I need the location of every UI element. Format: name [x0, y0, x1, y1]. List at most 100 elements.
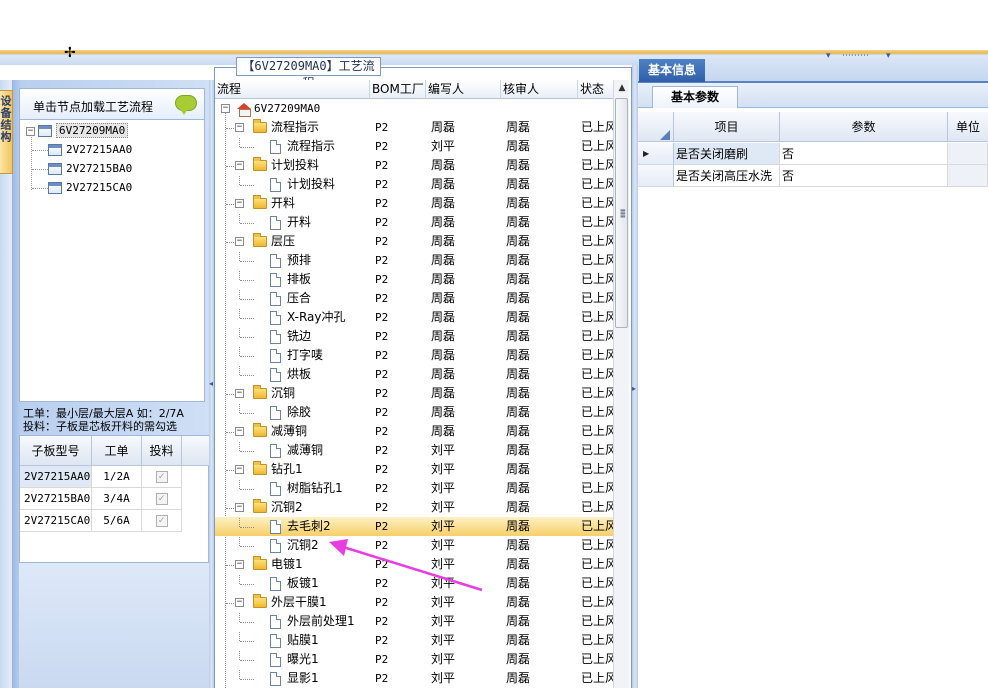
cell-status[interactable]: 已上风: [581, 156, 613, 175]
cell-bom[interactable]: P2: [375, 441, 427, 460]
cell-status[interactable]: 已上风: [581, 137, 613, 156]
table-row[interactable]: − 层压 P2 周磊 周磊 已上风: [215, 232, 613, 251]
column-header-bom[interactable]: BOM工厂: [370, 80, 426, 99]
process-tree-cell[interactable]: − 沉铜: [215, 384, 370, 403]
table-row[interactable]: 预排 P2 周磊 周磊 已上风: [215, 251, 613, 270]
cell-bom[interactable]: P2: [375, 669, 427, 688]
collapse-icon[interactable]: −: [235, 199, 244, 208]
cell-bom[interactable]: P2: [375, 194, 427, 213]
cell-bom[interactable]: P2: [375, 137, 427, 156]
process-tree-cell[interactable]: − 流程指示: [215, 118, 370, 137]
tree-node-child[interactable]: 2V27215BA0: [48, 161, 132, 177]
cell-status[interactable]: 已上风: [581, 270, 613, 289]
cell-reviewer[interactable]: 周磊: [506, 251, 581, 270]
cell-writer[interactable]: 刘平: [431, 536, 501, 555]
cell-bom[interactable]: P2: [375, 631, 427, 650]
table-row[interactable]: − 流程指示 P2 周磊 周磊 已上风: [215, 118, 613, 137]
cell-order[interactable]: 1/2A: [92, 466, 142, 488]
cell-writer[interactable]: 周磊: [431, 270, 501, 289]
tree-node-child[interactable]: 2V27215AA0: [48, 142, 132, 158]
collapse-icon[interactable]: −: [235, 161, 244, 170]
cell-status[interactable]: 已上风: [581, 118, 613, 137]
table-row[interactable]: 流程指示 P2 刘平 周磊 已上风: [215, 137, 613, 156]
cell-status[interactable]: 已上风: [581, 384, 613, 403]
collapse-icon[interactable]: −: [235, 598, 244, 607]
cell-status[interactable]: 已上风: [581, 441, 613, 460]
cell-writer[interactable]: 刘平: [431, 517, 501, 536]
cell-bom[interactable]: P2: [375, 403, 427, 422]
table-row[interactable]: 树脂钻孔1 P2 刘平 周磊 已上风: [215, 479, 613, 498]
cell-reviewer[interactable]: 周磊: [506, 593, 581, 612]
column-header-unit[interactable]: 单位: [948, 112, 988, 142]
cell-bom[interactable]: P2: [375, 650, 427, 669]
process-tree-cell[interactable]: 显影1: [215, 669, 370, 688]
tree-node-root[interactable]: − 6V27209MA0: [26, 123, 129, 139]
cell-reviewer[interactable]: 周磊: [506, 479, 581, 498]
cell-writer[interactable]: 周磊: [431, 289, 501, 308]
cell-status[interactable]: 已上风: [581, 365, 613, 384]
process-tree-cell[interactable]: 板镀1: [215, 574, 370, 593]
process-tree-cell[interactable]: − 开料: [215, 194, 370, 213]
scroll-thumb[interactable]: ▬ ▬ ▬: [615, 98, 628, 328]
table-row[interactable]: 压合 P2 周磊 周磊 已上风: [215, 289, 613, 308]
cell-bom[interactable]: P2: [375, 289, 427, 308]
cell-unit[interactable]: [948, 165, 988, 187]
cell-reviewer[interactable]: 周磊: [506, 669, 581, 688]
cell-reviewer[interactable]: 周磊: [506, 327, 581, 346]
cell-feed[interactable]: ✓: [142, 510, 182, 532]
cell-reviewer[interactable]: 周磊: [506, 631, 581, 650]
cell-writer[interactable]: 周磊: [431, 327, 501, 346]
cell-writer[interactable]: 周磊: [431, 384, 501, 403]
cell-writer[interactable]: 刘平: [431, 479, 501, 498]
cell-bom[interactable]: P2: [375, 308, 427, 327]
cell-status[interactable]: 已上风: [581, 327, 613, 346]
table-row[interactable]: 曝光1 P2 刘平 周磊 已上风: [215, 650, 613, 669]
process-tree-cell[interactable]: − 层压: [215, 232, 370, 251]
cell-writer[interactable]: 周磊: [431, 346, 501, 365]
cell-bom[interactable]: P2: [375, 251, 427, 270]
process-tree-cell[interactable]: − 外层干膜1: [215, 593, 370, 612]
cell-reviewer[interactable]: 周磊: [506, 289, 581, 308]
table-row[interactable]: − 减薄铜 P2 周磊 周磊 已上风: [215, 422, 613, 441]
cell-status[interactable]: 已上风: [581, 460, 613, 479]
process-tree-cell[interactable]: 排板: [215, 270, 370, 289]
cell-feed[interactable]: ✓: [142, 488, 182, 510]
table-row[interactable]: 打字唛 P2 周磊 周磊 已上风: [215, 346, 613, 365]
cell-reviewer[interactable]: 周磊: [506, 232, 581, 251]
cell-status[interactable]: 已上风: [581, 422, 613, 441]
cell-order[interactable]: 5/6A: [92, 510, 142, 532]
process-tree-cell[interactable]: − 6V27209MA0: [215, 99, 370, 118]
cell-bom[interactable]: P2: [375, 555, 427, 574]
cell-bom[interactable]: P2: [375, 346, 427, 365]
process-tree-cell[interactable]: 贴膜1: [215, 631, 370, 650]
column-header-param[interactable]: 参数: [780, 112, 948, 142]
cell-reviewer[interactable]: 周磊: [506, 308, 581, 327]
process-tree-cell[interactable]: 预排: [215, 251, 370, 270]
cell-writer[interactable]: 刘平: [431, 498, 501, 517]
cell-bom[interactable]: P2: [375, 422, 427, 441]
table-row[interactable]: − 开料 P2 周磊 周磊 已上风: [215, 194, 613, 213]
cell-status[interactable]: 已上风: [581, 175, 613, 194]
table-row[interactable]: − 外层干膜1 P2 刘平 周磊 已上风: [215, 593, 613, 612]
table-row[interactable]: 沉铜2 P2 刘平 周磊 已上风: [215, 536, 613, 555]
cell-writer[interactable]: 刘平: [431, 441, 501, 460]
cell-writer[interactable]: 周磊: [431, 251, 501, 270]
cell-status[interactable]: 已上风: [581, 403, 613, 422]
cell-bom[interactable]: P2: [375, 175, 427, 194]
column-header-status[interactable]: 状态: [578, 80, 614, 99]
table-row[interactable]: 烘板 P2 周磊 周磊 已上风: [215, 365, 613, 384]
cell-bom[interactable]: P2: [375, 327, 427, 346]
process-tree-cell[interactable]: − 减薄铜: [215, 422, 370, 441]
cell-reviewer[interactable]: 周磊: [506, 213, 581, 232]
cell-bom[interactable]: P2: [375, 232, 427, 251]
table-row[interactable]: 计划投料 P2 周磊 周磊 已上风: [215, 175, 613, 194]
table-row[interactable]: − 电镀1 P2 刘平 周磊 已上风: [215, 555, 613, 574]
cell-reviewer[interactable]: 周磊: [506, 574, 581, 593]
cell-bom[interactable]: P2: [375, 156, 427, 175]
cell-item[interactable]: 是否关闭磨刷: [674, 143, 780, 165]
table-row[interactable]: 除胶 P2 周磊 周磊 已上风: [215, 403, 613, 422]
process-tree-cell[interactable]: 烘板: [215, 365, 370, 384]
process-tree-cell[interactable]: 曝光1: [215, 650, 370, 669]
process-tree-cell[interactable]: 去毛刺2: [215, 517, 370, 536]
process-tree-cell[interactable]: − 钻孔1: [215, 460, 370, 479]
